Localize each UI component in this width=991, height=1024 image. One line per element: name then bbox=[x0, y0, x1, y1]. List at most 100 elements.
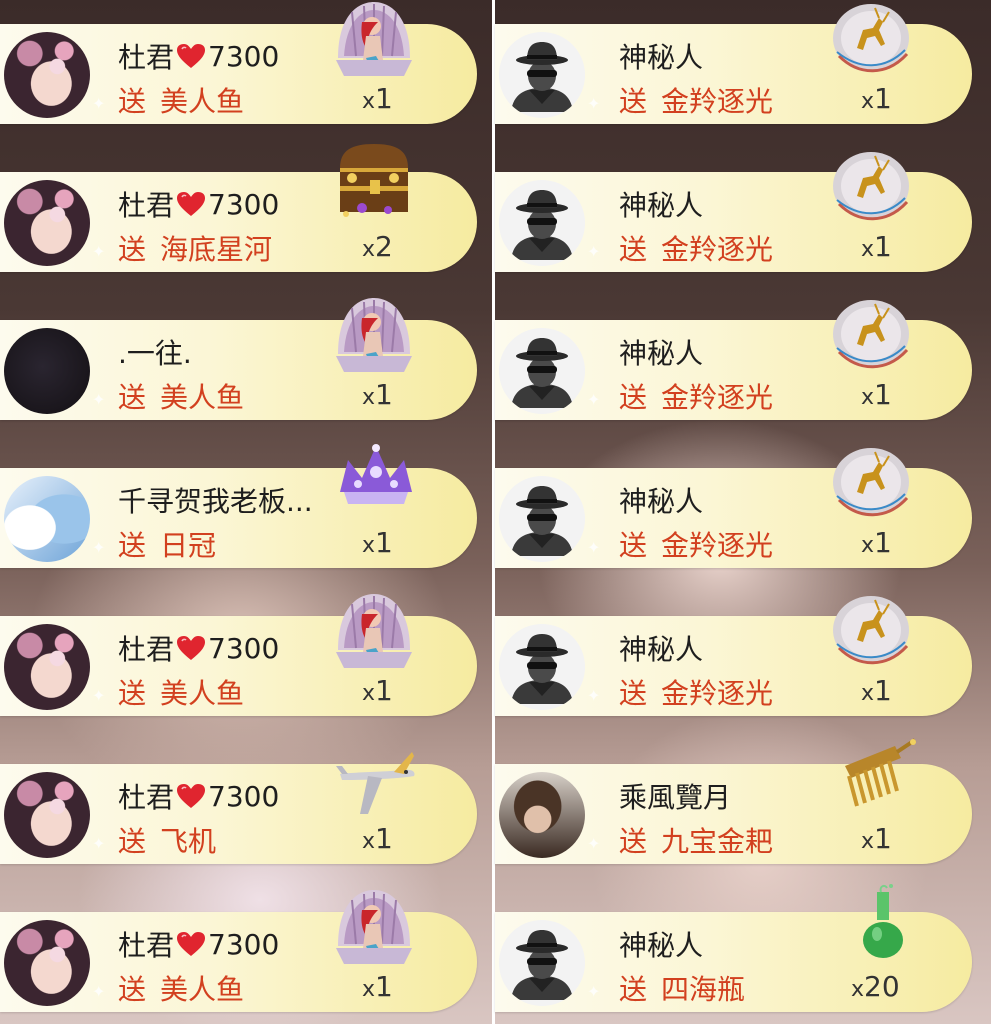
sparkle-decoration: ✦ bbox=[587, 686, 601, 705]
gift-action-text: 送日冠 bbox=[118, 524, 216, 564]
airplane-gift-icon bbox=[336, 752, 415, 814]
user-avatar-girl[interactable] bbox=[4, 624, 90, 710]
sparkle-decoration: ✦ bbox=[92, 94, 106, 113]
count-value: 20 bbox=[864, 970, 900, 1003]
mystery-person-icon bbox=[499, 180, 585, 266]
gift-name: 美人鱼 bbox=[160, 381, 245, 414]
sender-name-row: 杜君 7300 bbox=[118, 184, 279, 224]
user-avatar[interactable] bbox=[499, 476, 585, 562]
gift-image bbox=[829, 592, 913, 676]
mermaid-gift-icon bbox=[336, 298, 412, 372]
gift-action-text: 送美人鱼 bbox=[118, 968, 244, 1008]
mystery-person-icon bbox=[499, 920, 585, 1006]
sender-name-row: 神秘人 bbox=[619, 36, 703, 76]
sender-name: .一往. bbox=[118, 337, 192, 370]
count-prefix: x bbox=[362, 829, 376, 854]
golden-antelope-medal-icon bbox=[833, 596, 909, 665]
mermaid-gift-icon bbox=[336, 594, 412, 668]
sender-name-row: 神秘人 bbox=[619, 480, 703, 520]
sparkle-decoration: ✦ bbox=[92, 242, 106, 261]
user-avatar[interactable] bbox=[4, 328, 90, 414]
golden-rake-icon bbox=[845, 738, 917, 807]
gift-action-text: 送金羚逐光 bbox=[619, 376, 773, 416]
sparkle-decoration: ✦ bbox=[587, 538, 601, 557]
gift-image bbox=[332, 590, 416, 674]
user-avatar-girl[interactable] bbox=[4, 772, 90, 858]
mermaid-gift-icon bbox=[336, 890, 412, 964]
sparkle-decoration: ✦ bbox=[92, 686, 106, 705]
fan-level: 7300 bbox=[208, 39, 280, 73]
user-avatar[interactable] bbox=[499, 32, 585, 118]
gift-notification[interactable]: 神秘人 送金羚逐光 x1 ✦ bbox=[495, 4, 972, 124]
gift-notification[interactable]: 杜君 7300 送飞机 x1 ✦ bbox=[0, 752, 477, 864]
user-avatar[interactable] bbox=[499, 772, 585, 858]
gift-image bbox=[332, 294, 416, 378]
gift-image bbox=[829, 444, 913, 528]
sparkle-decoration: ✦ bbox=[587, 94, 601, 113]
gift-notification[interactable]: 神秘人 送金羚逐光 x1 ✦ bbox=[495, 152, 972, 272]
send-verb: 送 bbox=[118, 85, 147, 118]
gift-count: x1 bbox=[362, 378, 393, 411]
user-avatar[interactable] bbox=[499, 180, 585, 266]
heart-icon bbox=[177, 44, 206, 68]
gift-notification[interactable]: 杜君 7300 送美人鱼 x1 ✦ bbox=[0, 594, 477, 716]
gift-action-text: 送金羚逐光 bbox=[619, 672, 773, 712]
sender-name-row: 神秘人 bbox=[619, 332, 703, 372]
user-avatar[interactable] bbox=[4, 476, 90, 562]
mystery-person-icon bbox=[499, 32, 585, 118]
sender-name: 神秘人 bbox=[619, 41, 704, 74]
green-vase-icon bbox=[863, 884, 903, 958]
count-prefix: x bbox=[861, 829, 875, 854]
sender-name: 杜君 bbox=[118, 189, 175, 222]
user-avatar-girl[interactable] bbox=[4, 32, 90, 118]
user-avatar[interactable] bbox=[499, 624, 585, 710]
sender-name: 神秘人 bbox=[619, 633, 704, 666]
count-value: 1 bbox=[375, 674, 393, 707]
gift-notification[interactable]: 杜君 7300 送美人鱼 x1 ✦ bbox=[0, 890, 477, 1012]
count-prefix: x bbox=[362, 533, 376, 558]
gift-name: 金羚逐光 bbox=[661, 381, 774, 414]
gift-name: 金羚逐光 bbox=[661, 677, 774, 710]
gift-action-text: 送美人鱼 bbox=[118, 376, 244, 416]
gift-name: 九宝金耙 bbox=[661, 825, 774, 858]
gift-name: 日冠 bbox=[160, 529, 217, 562]
sender-name-row: 杜君 7300 bbox=[118, 776, 279, 816]
gift-notification[interactable]: 神秘人 送金羚逐光 x1 ✦ bbox=[495, 448, 972, 568]
mystery-person-icon bbox=[499, 328, 585, 414]
gift-notification[interactable]: 杜君 7300 送海底星河 x2 ✦ bbox=[0, 144, 477, 272]
send-verb: 送 bbox=[118, 825, 147, 858]
gift-notification[interactable]: 千寻贺我老板... 送日冠 x1 ✦ bbox=[0, 444, 477, 568]
gift-notification[interactable]: 乘風覽月 送九宝金耙 x1 ✦ bbox=[495, 738, 972, 864]
count-prefix: x bbox=[362, 977, 376, 1002]
count-prefix: x bbox=[362, 237, 376, 262]
gift-count: x1 bbox=[362, 674, 393, 707]
gift-notification[interactable]: 神秘人 送四海瓶 x20 ✦ bbox=[495, 884, 972, 1012]
sparkle-decoration: ✦ bbox=[92, 982, 106, 1001]
user-avatar[interactable] bbox=[499, 920, 585, 1006]
gift-action-text: 送美人鱼 bbox=[118, 672, 244, 712]
send-verb: 送 bbox=[619, 85, 648, 118]
gift-notification[interactable]: .一往. 送美人鱼 x1 ✦ bbox=[0, 298, 477, 420]
send-verb: 送 bbox=[619, 233, 648, 266]
sender-name: 杜君 bbox=[118, 929, 175, 962]
sender-name-row: 杜君 7300 bbox=[118, 924, 279, 964]
heart-icon bbox=[177, 932, 206, 956]
count-value: 1 bbox=[874, 82, 892, 115]
left-gift-feed: 杜君 7300 送美人鱼 x1 ✦ 杜君 7300 送海底星河 x2 ✦ .一往… bbox=[0, 0, 493, 1024]
count-value: 1 bbox=[874, 822, 892, 855]
gift-name: 金羚逐光 bbox=[661, 529, 774, 562]
user-avatar-girl[interactable] bbox=[4, 920, 90, 1006]
gift-image bbox=[334, 744, 418, 828]
send-verb: 送 bbox=[118, 529, 147, 562]
gift-name: 四海瓶 bbox=[661, 973, 746, 1006]
sender-name-row: 神秘人 bbox=[619, 184, 703, 224]
gift-notification[interactable]: 神秘人 送金羚逐光 x1 ✦ bbox=[495, 596, 972, 716]
gift-notification[interactable]: 神秘人 送金羚逐光 x1 ✦ bbox=[495, 300, 972, 420]
user-avatar[interactable] bbox=[499, 328, 585, 414]
sparkle-decoration: ✦ bbox=[587, 390, 601, 409]
count-prefix: x bbox=[861, 237, 875, 262]
user-avatar-girl[interactable] bbox=[4, 180, 90, 266]
gift-notification[interactable]: 杜君 7300 送美人鱼 x1 ✦ bbox=[0, 2, 477, 124]
fan-level: 7300 bbox=[208, 631, 280, 665]
gift-action-text: 送金羚逐光 bbox=[619, 228, 773, 268]
